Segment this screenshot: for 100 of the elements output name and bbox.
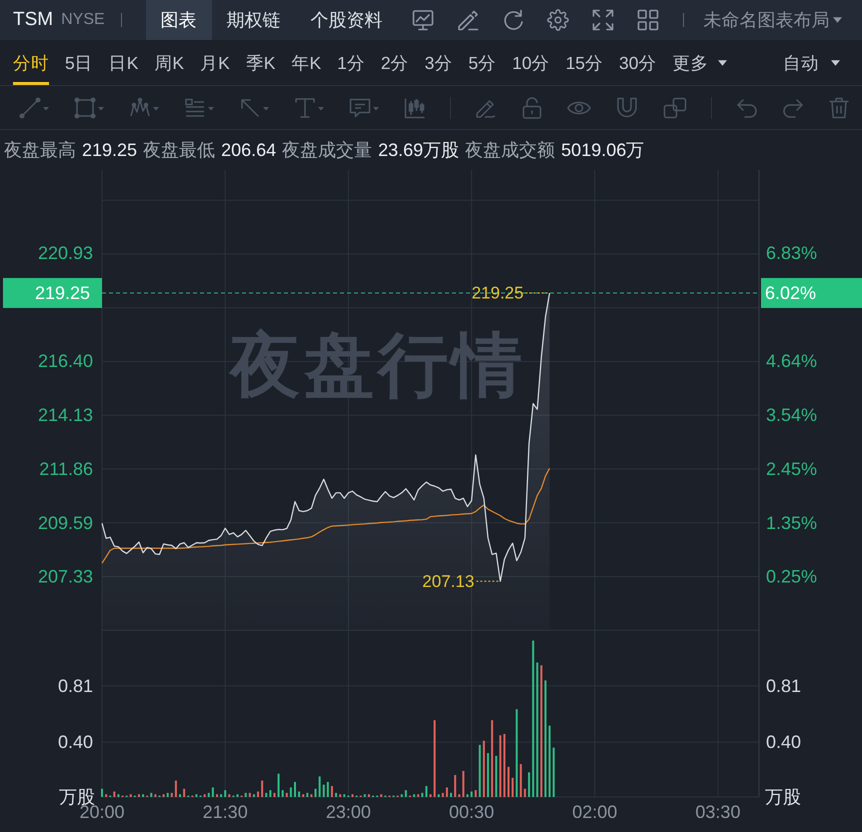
view-tab[interactable]: 图表 xyxy=(146,0,212,40)
stat-label: 夜盘成交额 xyxy=(465,139,556,162)
volume-bar xyxy=(208,792,210,797)
settings-icon[interactable] xyxy=(546,9,569,31)
period-tab[interactable]: 3分 xyxy=(424,40,452,85)
period-tab[interactable]: 日K xyxy=(108,40,138,85)
refresh-icon[interactable] xyxy=(502,9,524,31)
volume-axis-label: 0.40 xyxy=(766,732,802,752)
volume-bar xyxy=(252,794,255,797)
volume-bar xyxy=(486,753,489,797)
volume-bar xyxy=(306,792,308,797)
volume-axis-label: 0.81 xyxy=(58,676,93,696)
edit-icon[interactable] xyxy=(456,9,479,31)
view-tab[interactable]: 个股资料 xyxy=(296,0,398,40)
volume-bar xyxy=(413,794,416,797)
volume-bar xyxy=(269,790,272,797)
period-tab[interactable]: 年K xyxy=(291,40,322,85)
exchange-label: NYSE xyxy=(61,11,105,29)
period-tab[interactable]: 10分 xyxy=(512,40,550,85)
period-tab[interactable]: 1分 xyxy=(337,40,365,85)
time-axis-label: 21:30 xyxy=(202,802,248,822)
volume-bar xyxy=(166,792,169,797)
view-tab[interactable]: 期权链 xyxy=(212,0,296,40)
fullscreen-icon[interactable] xyxy=(592,9,614,31)
volume-bar xyxy=(212,787,214,797)
undo-icon[interactable] xyxy=(736,96,758,118)
price-axis-label: 214.13 xyxy=(38,404,93,425)
rectangle-tool-icon[interactable] xyxy=(74,96,105,118)
price-axis-label: 207.33 xyxy=(38,566,93,587)
speech-box-icon[interactable] xyxy=(349,96,380,118)
period-tab[interactable]: 30分 xyxy=(619,40,657,85)
volume-bar xyxy=(170,792,173,797)
volume-unit-label: 万股 xyxy=(765,787,801,807)
volume-bar xyxy=(508,766,510,797)
layout-menu[interactable]: 未命名图表布局 xyxy=(704,8,842,32)
time-axis-label: 23:00 xyxy=(326,802,371,822)
period-tab[interactable]: 月K xyxy=(200,40,230,85)
volume-bar xyxy=(482,740,485,797)
leader-line xyxy=(525,292,550,294)
volume-bar xyxy=(310,794,312,797)
layout-grid-icon[interactable] xyxy=(636,9,659,31)
volume-bar xyxy=(425,786,428,797)
volume-bar xyxy=(339,794,342,797)
zigzag-tool-icon[interactable] xyxy=(129,96,160,118)
more-periods-menu[interactable]: 更多 xyxy=(672,40,727,85)
period-tab[interactable]: 15分 xyxy=(566,40,604,85)
volume-bar xyxy=(330,786,333,797)
volume-bar xyxy=(302,794,304,797)
period-tab[interactable]: 2分 xyxy=(380,40,409,85)
extreme-price-label: 207.13 xyxy=(422,572,474,591)
period-tab[interactable]: 5分 xyxy=(468,40,496,85)
time-axis-label: 02:00 xyxy=(572,802,618,822)
volume-bar xyxy=(335,792,338,797)
volume-bar xyxy=(117,794,120,797)
magnet-icon[interactable] xyxy=(615,96,639,118)
padlock-icon[interactable] xyxy=(521,96,543,118)
period-tab[interactable]: 分时 xyxy=(13,40,49,85)
percent-axis-label: 1.35% xyxy=(766,512,818,533)
stat-label: 夜盘最低 xyxy=(143,139,216,162)
percent-axis-label: 0.25% xyxy=(766,566,818,587)
volume-bar xyxy=(174,780,177,797)
volume-bar xyxy=(204,794,206,797)
price-axis-label: 211.86 xyxy=(39,458,93,479)
volume-bar xyxy=(278,774,280,797)
overlapping-squares-icon[interactable] xyxy=(663,96,687,118)
volume-bar xyxy=(503,734,506,797)
volume-bar xyxy=(273,792,276,797)
caret-icon xyxy=(832,17,842,23)
caret-icon xyxy=(831,60,840,66)
redo-icon[interactable] xyxy=(782,96,804,118)
change-percent-tag: 6.02% xyxy=(761,278,862,308)
price-axis-label: 220.93 xyxy=(38,243,93,264)
period-tab[interactable]: 5日 xyxy=(65,40,93,85)
volume-bar xyxy=(142,794,144,797)
volume-bar xyxy=(442,792,444,797)
volume-bar xyxy=(154,794,156,797)
volume-bar xyxy=(162,794,165,797)
price-axis-label: 216.40 xyxy=(38,350,93,371)
scale-mode-menu[interactable]: 自动 xyxy=(783,40,840,85)
arrow-tool-icon[interactable] xyxy=(239,96,270,118)
stat-label: 夜盘最高 xyxy=(4,139,76,162)
chart-monitor-icon[interactable] xyxy=(412,9,434,31)
volume-bar xyxy=(298,792,300,797)
period-tab[interactable]: 季K xyxy=(246,40,276,85)
volume-bar xyxy=(454,775,456,797)
line-tool-icon[interactable] xyxy=(19,96,50,118)
volume-bar xyxy=(512,778,514,797)
price-axis-label: 209.59 xyxy=(38,512,93,533)
stat-value: 206.64 xyxy=(221,140,276,160)
period-tab[interactable]: 周K xyxy=(154,40,184,85)
trash-icon[interactable] xyxy=(828,96,850,118)
level-lines-icon[interactable] xyxy=(184,96,215,118)
volume-bar xyxy=(404,790,407,797)
last-price-tag: 219.25 xyxy=(3,278,102,308)
candlestick-icon[interactable] xyxy=(404,96,426,118)
volume-bar xyxy=(195,794,198,797)
volume-bar xyxy=(446,787,448,797)
i-beam-icon[interactable] xyxy=(294,96,325,118)
volume-bar xyxy=(524,788,526,797)
leader-line xyxy=(476,580,501,582)
